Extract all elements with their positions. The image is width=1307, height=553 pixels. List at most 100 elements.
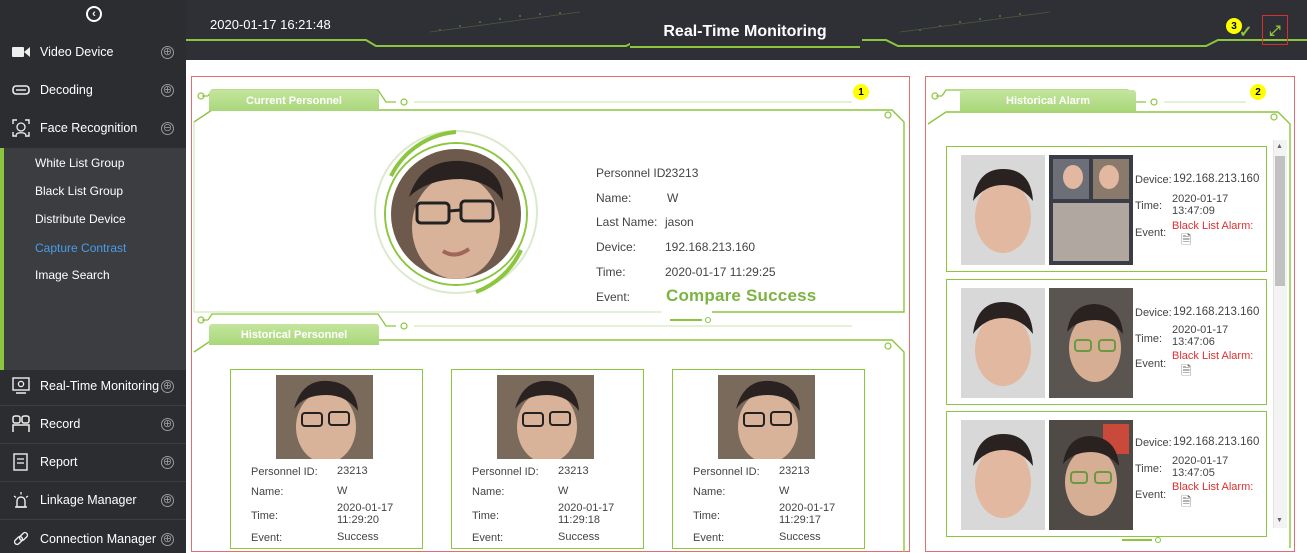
alarm-card[interactable]: Device: 192.168.213.160 Time: 2020-01-17… <box>946 146 1267 272</box>
alarm-card[interactable]: Device: 192.168.213.160 Time: 2020-01-17… <box>946 411 1267 537</box>
date-value: 2020-01-17 <box>337 502 394 514</box>
scroll-down-icon[interactable]: ▼ <box>1276 517 1283 524</box>
sidebar-item-report[interactable]: Report ⊕ <box>0 443 186 481</box>
name-value: W <box>337 485 348 497</box>
document-icon[interactable]: 🗎 <box>1181 493 1191 515</box>
scrollbar-thumb[interactable] <box>1275 156 1285 286</box>
event-label: Event: <box>1135 227 1167 239</box>
expand-icon[interactable]: ⊕ <box>161 455 174 469</box>
device-value: 192.168.213.160 <box>665 240 756 254</box>
alarm-event-value: Black List Alarm: <box>1172 481 1254 493</box>
event-label: Event: <box>472 532 504 544</box>
name-label: Name: <box>596 191 632 205</box>
time-label: Time: <box>1135 333 1163 345</box>
date-value: 2020-01-17 <box>558 502 615 514</box>
historical-personnel-tab: Historical Personnel <box>209 324 379 345</box>
header-circuit-pattern <box>430 11 580 33</box>
collapse-icon[interactable]: ⊖ <box>161 121 174 135</box>
sidebar-item-label: Linkage Manager <box>40 493 137 507</box>
event-label: Event: <box>693 532 725 544</box>
record-icon <box>11 414 31 434</box>
expand-icon[interactable]: ⊕ <box>161 532 174 546</box>
report-icon <box>11 452 31 472</box>
expand-icon[interactable]: ⊕ <box>161 379 174 393</box>
historical-alarm-tab: Historical Alarm <box>960 90 1136 111</box>
name-value: W <box>667 191 679 205</box>
device-label: Device: <box>1135 437 1172 449</box>
personnel-id-label: Personnel ID: <box>472 466 539 478</box>
header-circuit-pattern <box>900 11 1050 33</box>
sidebar-item-label: Report <box>40 455 78 469</box>
sidebar-item-real-time-monitoring[interactable]: Real-Time Monitoring ⊕ <box>0 367 186 405</box>
sidebar-item-decoding[interactable]: Decoding ⊕ <box>0 71 186 109</box>
event-value: Success <box>558 531 600 543</box>
sidebar-item-label: Video Device <box>40 45 114 59</box>
time-value: 11:29:17 <box>779 514 822 526</box>
time-value: 13:47:06 <box>1172 336 1215 348</box>
time-label: Time: <box>251 510 279 522</box>
time-label: Time: <box>693 510 721 522</box>
sidebar-item-label: Connection Manager <box>40 532 157 546</box>
device-value: 192.168.213.160 <box>1173 436 1260 448</box>
sidebar-item-video-device[interactable]: Video Device ⊕ <box>0 33 186 71</box>
historical-person-card[interactable]: Personnel ID: 23213 Name: W Time: 2020-0… <box>451 369 644 549</box>
scene-photo <box>1049 420 1133 530</box>
personnel-id-label: Personnel ID: <box>693 466 760 478</box>
expand-icon[interactable]: ⊕ <box>161 493 174 507</box>
current-personnel-tab: Current Personnel <box>209 90 379 111</box>
alarm-card[interactable]: Device: 192.168.213.160 Time: 2020-01-17… <box>946 279 1267 405</box>
alarm-light-icon <box>11 490 31 510</box>
time-label: Time: <box>1135 463 1163 475</box>
sidebar-item-linkage-manager[interactable]: Linkage Manager ⊕ <box>0 481 186 519</box>
personnel-id-label: Personnel ID: <box>596 166 669 180</box>
sidebar-item-label: Decoding <box>40 83 93 97</box>
expand-icon[interactable]: ⊕ <box>161 417 174 431</box>
device-label: Device: <box>1135 307 1172 319</box>
page-title: Real-Time Monitoring <box>663 23 827 40</box>
sidebar-collapse-icon[interactable]: ‹ <box>86 6 102 22</box>
historical-person-card[interactable]: Personnel ID: 23213 Name: W Time: 2020-0… <box>230 369 423 549</box>
name-label: Name: <box>251 486 284 498</box>
event-label: Event: <box>1135 489 1167 501</box>
submenu-white-list-group[interactable]: White List Group <box>35 156 124 170</box>
name-value: W <box>779 485 790 497</box>
event-value: Compare Success <box>666 286 817 305</box>
decoder-icon <box>11 80 31 100</box>
event-label: Event: <box>596 290 631 304</box>
current-datetime: 2020-01-17 16:21:48 <box>210 17 331 32</box>
sidebar-item-connection-manager[interactable]: Connection Manager ⊕ <box>0 520 186 553</box>
submenu-black-list-group[interactable]: Black List Group <box>35 184 123 198</box>
sidebar-item-face-recognition[interactable]: Face Recognition ⊖ <box>0 109 186 147</box>
submenu-image-search[interactable]: Image Search <box>35 268 110 282</box>
current-person-photo <box>386 144 526 284</box>
time-label: Time: <box>472 510 500 522</box>
captured-face-photo <box>961 288 1045 398</box>
time-label: Time: <box>596 265 626 279</box>
expand-icon[interactable]: ⊕ <box>161 83 174 97</box>
device-label: Device: <box>1135 174 1172 186</box>
monitor-icon <box>11 376 31 396</box>
personnel-id-label: Personnel ID: <box>251 466 318 478</box>
person-photo <box>718 375 815 459</box>
scroll-up-icon[interactable]: ▲ <box>1276 143 1283 150</box>
face-scan-icon <box>11 118 31 138</box>
personnel-id-value: 23213 <box>337 465 368 477</box>
document-icon[interactable]: 🗎 <box>1181 362 1191 384</box>
captured-face-photo <box>961 155 1045 265</box>
sidebar-item-label: Real-Time Monitoring <box>40 379 160 393</box>
submenu-distribute-device[interactable]: Distribute Device <box>35 212 126 226</box>
time-value: 13:47:09 <box>1172 205 1215 217</box>
expand-icon[interactable]: ⊕ <box>161 45 174 59</box>
scene-photo <box>1049 288 1133 398</box>
historical-person-card[interactable]: Personnel ID: 23213 Name: W Time: 2020-0… <box>672 369 865 549</box>
face-recognition-submenu <box>0 148 186 370</box>
time-value: 13:47:05 <box>1172 467 1215 479</box>
fullscreen-icon[interactable]: ⤢ <box>1262 15 1288 45</box>
link-icon <box>11 529 31 549</box>
submenu-capture-contrast[interactable]: Capture Contrast <box>35 241 126 255</box>
document-icon[interactable]: 🗎 <box>1181 231 1191 253</box>
time-value: 11:29:18 <box>558 514 601 526</box>
time-value: 11:29:20 <box>337 514 380 526</box>
sidebar-item-record[interactable]: Record ⊕ <box>0 405 186 443</box>
time-value: 2020-01-17 11:29:25 <box>665 265 776 279</box>
